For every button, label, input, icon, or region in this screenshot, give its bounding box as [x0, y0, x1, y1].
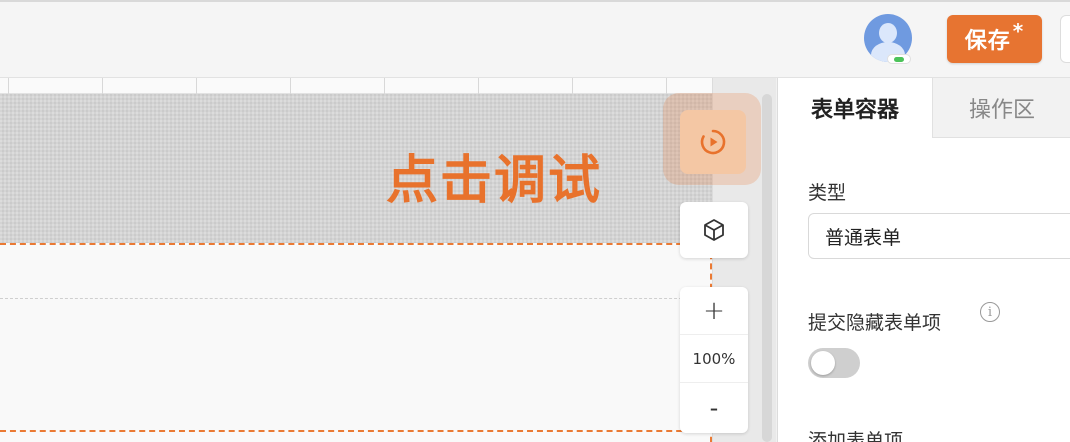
avatar-head — [879, 23, 897, 43]
tab-action-area[interactable]: 操作区 — [932, 78, 1070, 138]
play-circle-icon — [700, 129, 726, 155]
save-button[interactable]: 保存 * — [947, 15, 1042, 63]
more-actions-button[interactable] — [1060, 15, 1070, 63]
zoom-level: 100% — [680, 335, 748, 383]
property-panel: 表单容器 操作区 类型 普通表单 提交隐藏表单项 i 添加表单项 — [777, 78, 1070, 442]
info-icon[interactable]: i — [980, 302, 1000, 322]
zoom-control: + 100% - — [680, 287, 748, 433]
type-select-value: 普通表单 — [825, 226, 902, 249]
canvas-scrollbar[interactable] — [762, 94, 772, 442]
debug-hint-text: 点击调试 — [386, 151, 603, 211]
cube-icon — [704, 219, 724, 241]
form-designer: 保存 * 点击调试 + 100% - 表单容器 操作区 类型 普通表单 提交隐藏… — [0, 0, 1070, 442]
zoom-in-button[interactable]: + — [680, 287, 748, 335]
component-library-button[interactable] — [680, 202, 748, 258]
type-select[interactable]: 普通表单 — [808, 213, 1070, 259]
debug-button[interactable] — [680, 110, 746, 174]
unsaved-marker: * — [1012, 19, 1025, 43]
form-item-drop-zone[interactable] — [0, 298, 712, 432]
tab-form-container[interactable]: 表单容器 — [778, 78, 932, 138]
save-button-label: 保存 — [964, 29, 1011, 54]
canvas-ruler — [0, 78, 712, 94]
submit-hidden-toggle[interactable] — [808, 348, 860, 378]
type-label: 类型 — [808, 182, 847, 204]
zoom-out-button[interactable]: - — [680, 383, 748, 433]
submit-hidden-label: 提交隐藏表单项 — [808, 312, 942, 334]
add-form-items-label: 添加表单项 — [808, 430, 904, 442]
online-status-badge — [887, 54, 911, 64]
